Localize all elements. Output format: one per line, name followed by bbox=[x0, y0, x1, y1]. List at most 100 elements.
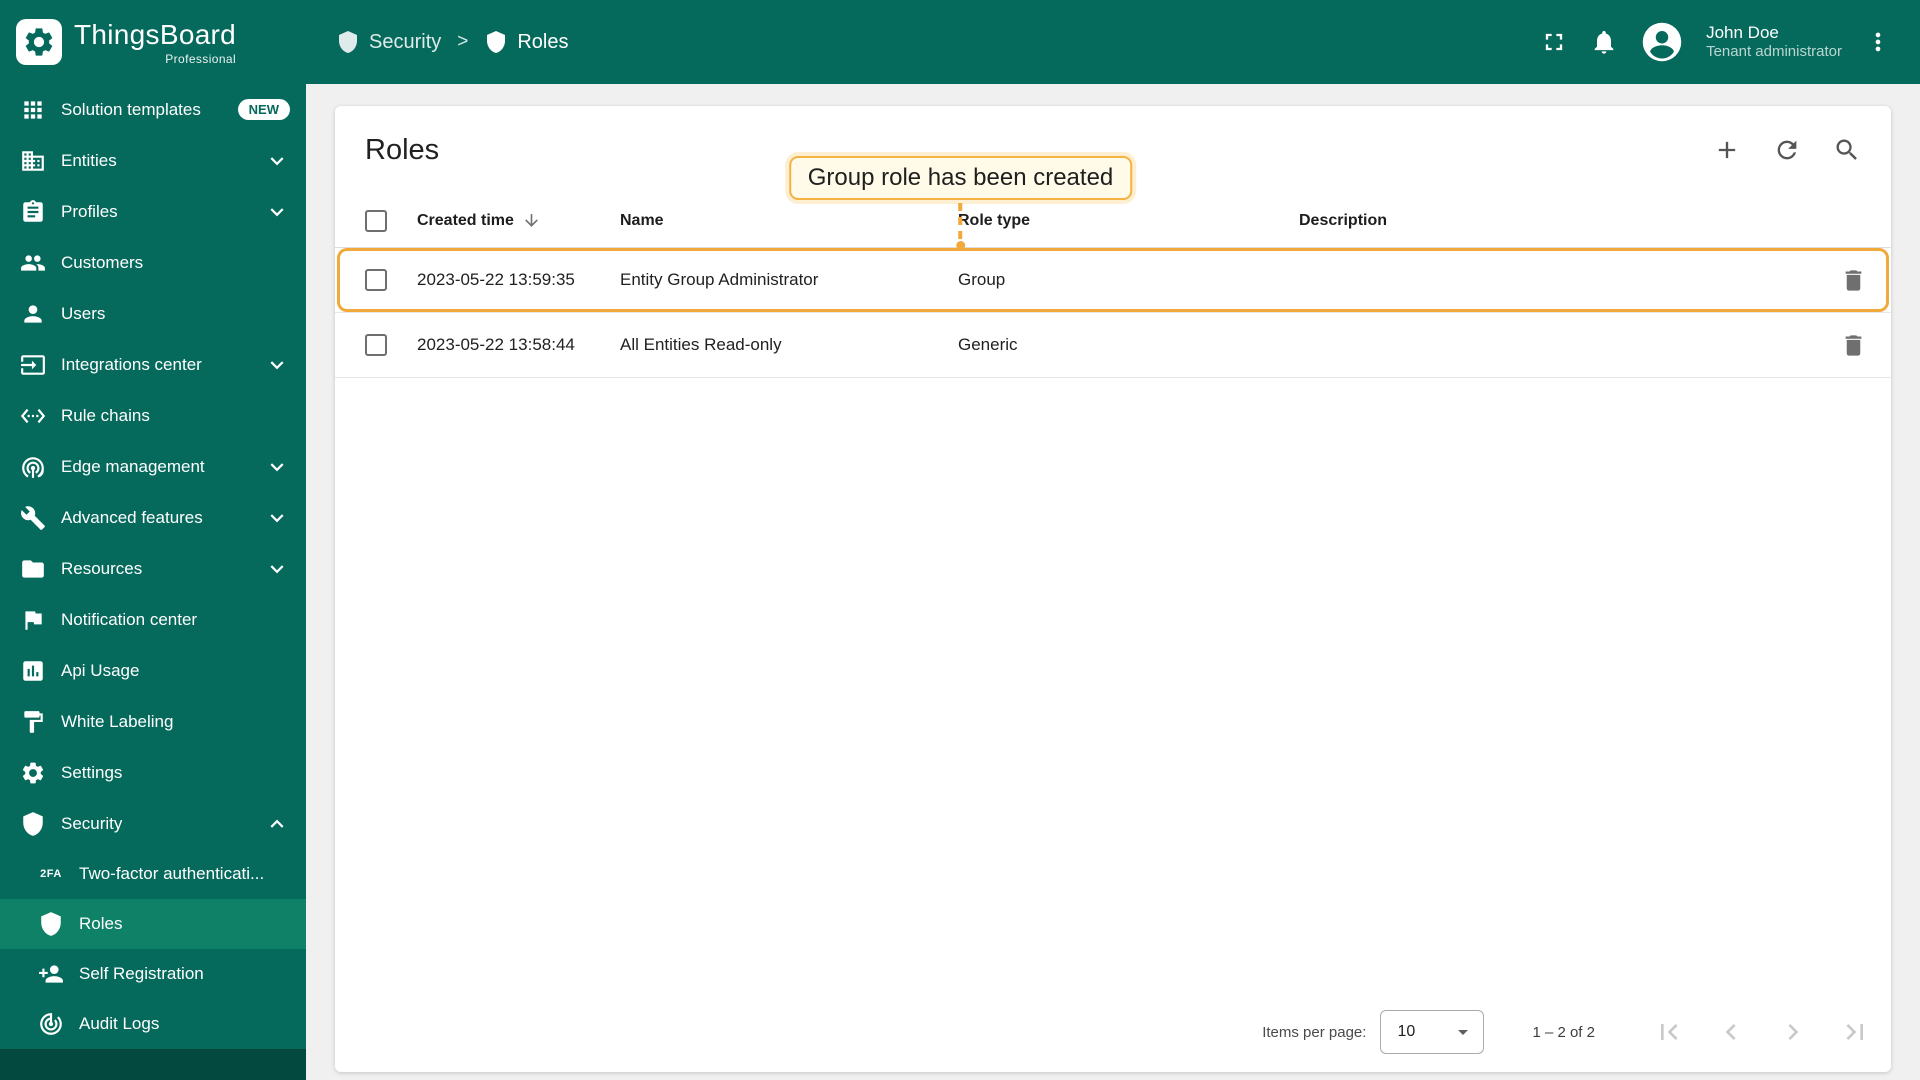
sidebar-nav: Solution templates NEW Entities Profiles Cus… bbox=[0, 84, 306, 1049]
customers-icon bbox=[20, 250, 46, 276]
sidebar-item-label: Audit Logs bbox=[79, 1014, 160, 1033]
sidebar-item-label: Edge management bbox=[61, 456, 205, 476]
cell-name: Entity Group Administrator bbox=[620, 270, 819, 289]
sidebar-item-label: Resources bbox=[61, 558, 143, 578]
cell-actions bbox=[1771, 267, 1867, 294]
last-page-button[interactable] bbox=[1839, 1016, 1871, 1048]
column-label: Created time bbox=[417, 211, 514, 229]
sidebar-item-profiles[interactable]: Profiles bbox=[0, 186, 306, 237]
delete-row-button[interactable] bbox=[1840, 332, 1867, 359]
sidebar-item-resources[interactable]: Resources bbox=[0, 543, 306, 594]
column-role-type[interactable]: Role type bbox=[958, 212, 1299, 230]
user-info[interactable]: John Doe Tenant administrator bbox=[1706, 22, 1842, 62]
column-created-time[interactable]: Created time bbox=[417, 211, 620, 230]
sidebar-item-audit-logs[interactable]: Audit Logs bbox=[0, 999, 306, 1049]
sidebar-item-entities[interactable]: Entities bbox=[0, 135, 306, 186]
card-header: Roles bbox=[335, 106, 1891, 194]
row-checkbox[interactable] bbox=[365, 334, 387, 356]
sidebar-item-two-factor-authenticati[interactable]: 2FA Two-factor authenticati... bbox=[0, 849, 306, 899]
sidebar-item-api-usage[interactable]: Api Usage bbox=[0, 645, 306, 696]
cell-checkbox bbox=[359, 334, 417, 356]
column-description[interactable]: Description bbox=[1299, 212, 1771, 230]
sidebar: ThingsBoard Professional Solution templa… bbox=[0, 0, 306, 1080]
table-body: 2023-05-22 13:59:35 Entity Group Administ… bbox=[335, 248, 1891, 378]
sidebar-item-label: Solution templates bbox=[61, 99, 201, 119]
cell-role-type: Group bbox=[958, 270, 1006, 289]
brand[interactable]: ThingsBoard Professional bbox=[0, 0, 306, 84]
prev-page-button[interactable] bbox=[1715, 1016, 1747, 1048]
column-label: Description bbox=[1299, 211, 1388, 229]
dropdown-caret-icon bbox=[1451, 1020, 1475, 1044]
settings-icon bbox=[20, 760, 46, 786]
sidebar-item-settings[interactable]: Settings bbox=[0, 747, 306, 798]
sidebar-item-security[interactable]: Security bbox=[0, 798, 306, 849]
security-icon bbox=[20, 811, 46, 837]
search-button[interactable] bbox=[1833, 136, 1861, 164]
sidebar-item-roles[interactable]: Roles bbox=[0, 899, 306, 949]
first-page-button[interactable] bbox=[1653, 1016, 1685, 1048]
rule-chains-icon bbox=[20, 403, 46, 429]
breadcrumb-label: Security bbox=[369, 30, 442, 53]
refresh-button[interactable] bbox=[1773, 136, 1801, 164]
add-role-button[interactable] bbox=[1713, 136, 1741, 164]
table-row[interactable]: 2023-05-22 13:59:35 Entity Group Administ… bbox=[335, 248, 1891, 313]
chevron-up-icon bbox=[264, 811, 290, 837]
breadcrumb: Security > Roles bbox=[336, 30, 569, 54]
chevron-down-icon bbox=[264, 199, 290, 225]
delete-row-button[interactable] bbox=[1840, 267, 1867, 294]
breadcrumb-item-security[interactable]: Security bbox=[336, 30, 441, 54]
sidebar-item-label: Settings bbox=[61, 762, 123, 782]
sort-descending-icon[interactable] bbox=[522, 211, 541, 230]
sidebar-item-white-labeling[interactable]: White Labeling bbox=[0, 696, 306, 747]
select-all-checkbox[interactable] bbox=[365, 209, 387, 232]
cell-role-type: Generic bbox=[958, 335, 1018, 354]
row-checkbox[interactable] bbox=[365, 269, 387, 291]
cell-actions bbox=[1771, 332, 1867, 359]
items-per-page-select[interactable]: 10 bbox=[1380, 1010, 1485, 1054]
page-title: Roles bbox=[365, 133, 440, 166]
pagination-nav bbox=[1653, 1016, 1871, 1048]
audit-logs-icon bbox=[38, 1011, 64, 1037]
white-labeling-icon bbox=[20, 709, 46, 735]
table-row[interactable]: 2023-05-22 13:58:44 All Entities Read-onl… bbox=[335, 313, 1891, 378]
sidebar-item-solution-templates[interactable]: Solution templates NEW bbox=[0, 84, 306, 135]
sidebar-item-self-registration[interactable]: Self Registration bbox=[0, 949, 306, 999]
two-factor-icon: 2FA bbox=[40, 868, 62, 880]
next-page-button[interactable] bbox=[1777, 1016, 1809, 1048]
chevron-down-icon bbox=[264, 454, 290, 480]
main-content: Roles Group role has been created Create… bbox=[306, 84, 1920, 1080]
right-pane: Security > Roles John Doe Tenant adminis… bbox=[306, 0, 1920, 1080]
cell-created-time: 2023-05-22 13:59:35 bbox=[417, 270, 575, 289]
chevron-down-icon bbox=[264, 505, 290, 531]
sidebar-item-label: Advanced features bbox=[61, 507, 203, 527]
sidebar-item-notification-center[interactable]: Notification center bbox=[0, 594, 306, 645]
breadcrumb-item-roles[interactable]: Roles bbox=[484, 30, 569, 54]
user-avatar[interactable] bbox=[1640, 20, 1684, 64]
sidebar-item-users[interactable]: Users bbox=[0, 288, 306, 339]
shield-icon bbox=[484, 30, 508, 54]
items-per-page-label: Items per page: bbox=[1262, 1023, 1367, 1041]
shield-icon bbox=[336, 30, 360, 54]
sidebar-item-label: Profiles bbox=[61, 201, 118, 221]
sidebar-item-integrations-center[interactable]: Integrations center bbox=[0, 339, 306, 390]
users-icon bbox=[20, 301, 46, 327]
sidebar-item-customers[interactable]: Customers bbox=[0, 237, 306, 288]
chevron-down-icon bbox=[264, 148, 290, 174]
sidebar-item-label: Roles bbox=[79, 914, 123, 933]
sidebar-item-rule-chains[interactable]: Rule chains bbox=[0, 390, 306, 441]
notifications-bell-button[interactable] bbox=[1590, 28, 1618, 56]
integrations-icon bbox=[20, 352, 46, 378]
sidebar-item-label: Self Registration bbox=[79, 964, 204, 983]
thingsboard-logo-icon bbox=[16, 19, 62, 65]
sidebar-item-advanced-features[interactable]: Advanced features bbox=[0, 492, 306, 543]
user-role: Tenant administrator bbox=[1706, 43, 1842, 61]
column-label: Role type bbox=[958, 211, 1031, 229]
more-menu-button[interactable] bbox=[1864, 28, 1892, 56]
column-name[interactable]: Name bbox=[620, 212, 958, 230]
app-root: ThingsBoard Professional Solution templa… bbox=[0, 0, 1920, 1080]
fullscreen-button[interactable] bbox=[1540, 28, 1568, 56]
table-header-row: Created time Name Role type Description bbox=[335, 194, 1891, 248]
new-badge: NEW bbox=[237, 99, 290, 120]
sidebar-item-label: Customers bbox=[61, 252, 144, 272]
sidebar-item-edge-management[interactable]: Edge management bbox=[0, 441, 306, 492]
